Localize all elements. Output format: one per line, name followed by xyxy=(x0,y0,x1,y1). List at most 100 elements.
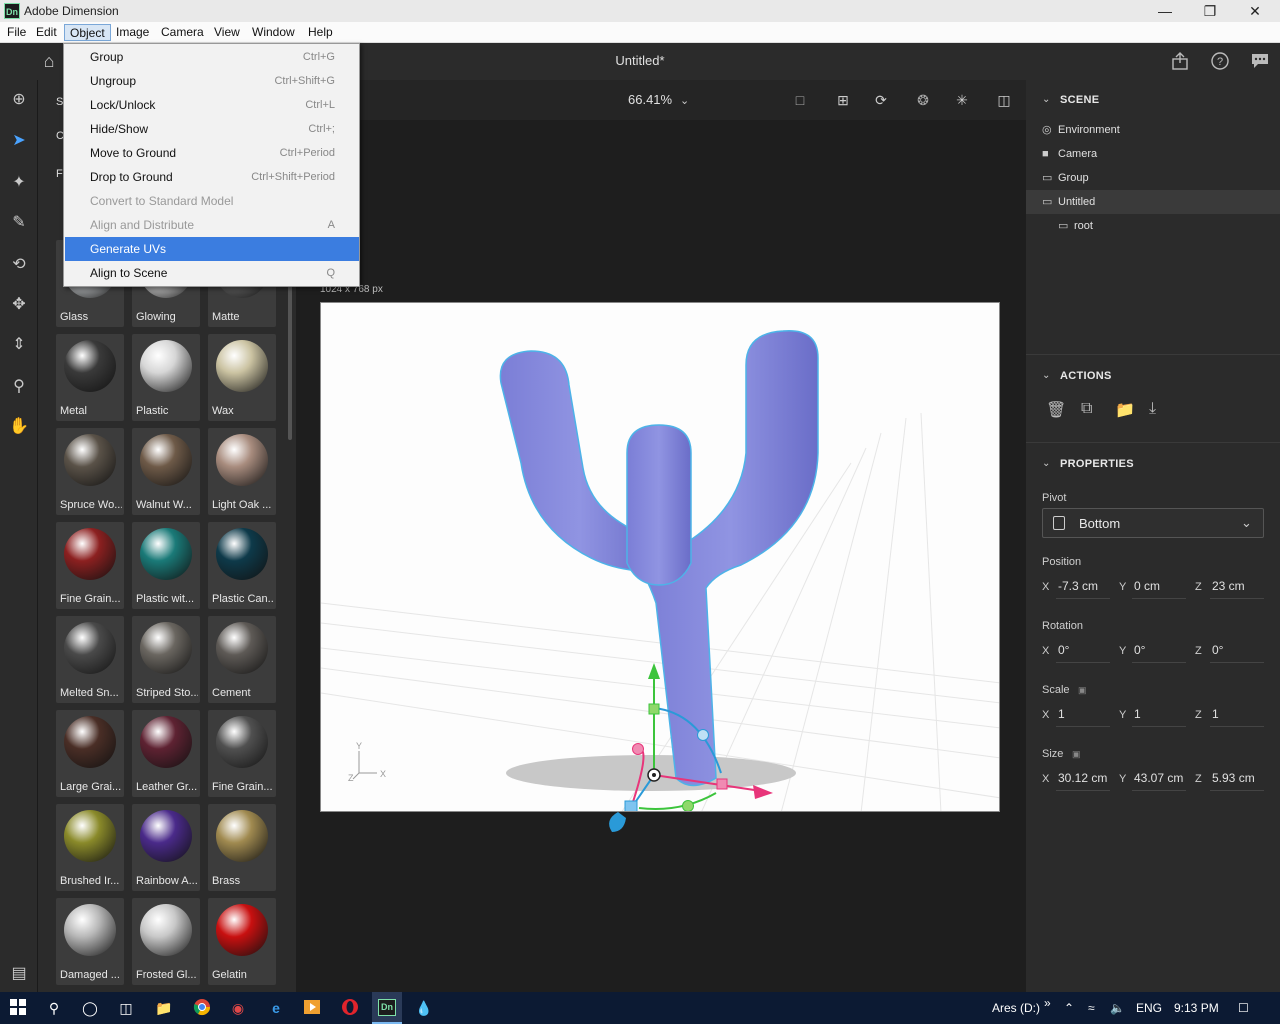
rotate-view-icon[interactable]: ⟳ xyxy=(871,90,891,110)
size-y-field[interactable]: 43.07 cm xyxy=(1132,771,1186,791)
material-tile[interactable]: Metal xyxy=(56,334,124,421)
size-x-field[interactable]: 30.12 cm xyxy=(1056,771,1110,791)
rotation-z-field[interactable]: 0° xyxy=(1210,643,1264,663)
object-menu-item[interactable]: Drop to Ground Ctrl+Shift+Period xyxy=(65,165,359,189)
zoom-chevron-down-icon[interactable]: ⌄ xyxy=(680,94,689,107)
pivot-select[interactable]: Bottom ⌄ xyxy=(1042,508,1264,538)
dolly-icon[interactable]: ⇕ xyxy=(8,334,30,356)
archive-icon[interactable]: ▤ xyxy=(8,963,30,985)
menu-camera[interactable]: Camera xyxy=(156,24,209,41)
opera-icon[interactable] xyxy=(340,998,360,1018)
windows-start-icon[interactable] xyxy=(8,998,28,1018)
scene-item[interactable]: ◎ Environment xyxy=(1026,118,1280,142)
clock[interactable]: 9:13 PM xyxy=(1174,1001,1219,1015)
material-tile[interactable]: Wax xyxy=(208,334,276,421)
scale-y-field[interactable]: 1 xyxy=(1132,707,1186,727)
properties-collapse-icon[interactable]: ⌄ xyxy=(1042,458,1050,469)
material-tile[interactable]: Striped Sto... xyxy=(132,616,200,703)
fit-icon[interactable]: ⊞ xyxy=(833,90,853,110)
volume-icon[interactable]: 🔈 xyxy=(1110,1001,1125,1015)
scale-x-field[interactable]: 1 xyxy=(1056,707,1110,727)
language-label[interactable]: ENG xyxy=(1136,1001,1162,1015)
menu-window[interactable]: Window xyxy=(247,24,300,41)
material-tile[interactable]: Plastic wit... xyxy=(132,522,200,609)
duplicate-icon[interactable]: ⧉ xyxy=(1081,400,1092,418)
material-tile[interactable]: Fine Grain... xyxy=(56,522,124,609)
drop-to-ground-icon[interactable]: ⤓ xyxy=(1149,400,1156,418)
size-z-field[interactable]: 5.93 cm xyxy=(1210,771,1264,791)
tray-up-icon[interactable]: ⌃ xyxy=(1064,1001,1074,1015)
share-icon[interactable] xyxy=(1170,51,1190,71)
object-menu-item[interactable]: Align to Scene Q xyxy=(65,261,359,285)
lock-icon[interactable]: ▣ xyxy=(1072,749,1081,760)
object-menu-item[interactable]: Generate UVs xyxy=(65,237,359,261)
menu-image[interactable]: Image xyxy=(111,24,154,41)
wifi-icon[interactable]: ≈ xyxy=(1088,1001,1095,1015)
help-icon[interactable]: ? xyxy=(1210,51,1230,71)
material-tile[interactable]: Gelatin xyxy=(208,898,276,985)
material-tile[interactable]: Light Oak ... xyxy=(208,428,276,515)
position-x-field[interactable]: -7.3 cm xyxy=(1056,579,1110,599)
menu-file[interactable]: File xyxy=(2,24,31,41)
material-tile[interactable]: Leather Gr... xyxy=(132,710,200,797)
snap-icon[interactable]: ❂ xyxy=(913,90,933,110)
zoom-level[interactable]: 66.41% xyxy=(628,92,672,107)
scene-item[interactable]: ▭ Group xyxy=(1026,166,1280,190)
rotation-y-field[interactable]: 0° xyxy=(1132,643,1186,663)
material-tile[interactable]: Large Grai... xyxy=(56,710,124,797)
select-tool-icon[interactable]: ➤ xyxy=(8,130,30,152)
close-icon[interactable]: ✕ xyxy=(1232,0,1278,22)
material-tile[interactable]: Fine Grain... xyxy=(208,710,276,797)
position-y-field[interactable]: 0 cm xyxy=(1132,579,1186,599)
material-tile[interactable]: Walnut W... xyxy=(132,428,200,515)
menu-object[interactable]: Object xyxy=(64,24,111,41)
scene-item[interactable]: ▭ Untitled xyxy=(1026,190,1280,214)
orbit-icon[interactable]: ⟲ xyxy=(8,254,30,276)
material-tile[interactable]: Melted Sn... xyxy=(56,616,124,703)
restore-icon[interactable]: ❐ xyxy=(1187,0,1233,22)
material-tile[interactable]: Spruce Wo... xyxy=(56,428,124,515)
feedback-icon[interactable] xyxy=(1250,51,1270,71)
task-view-icon[interactable]: ◫ xyxy=(116,998,136,1018)
menu-view[interactable]: View xyxy=(209,24,245,41)
material-tile[interactable]: Damaged ... xyxy=(56,898,124,985)
dimension-taskbar-button[interactable]: Dn xyxy=(372,992,402,1024)
object-menu-item[interactable]: Group Ctrl+G xyxy=(65,45,359,69)
group-folder-icon[interactable]: 📁 xyxy=(1115,400,1135,420)
search-icon[interactable]: ⚲ xyxy=(44,998,64,1018)
game-icon[interactable]: ◉ xyxy=(228,998,248,1018)
edge-icon[interactable]: e xyxy=(266,998,286,1018)
render-preview-icon[interactable]: ◫ xyxy=(994,90,1014,110)
scale-z-field[interactable]: 1 xyxy=(1210,707,1264,727)
rotation-x-field[interactable]: 0° xyxy=(1056,643,1110,663)
chrome-icon[interactable] xyxy=(192,998,212,1018)
trash-icon[interactable]: 🗑 xyxy=(1046,400,1066,420)
scene-item[interactable]: ▭ root xyxy=(1026,214,1280,238)
notifications-icon[interactable]: ☐ xyxy=(1238,1001,1249,1015)
gizmo-handle-overflow[interactable] xyxy=(600,812,640,836)
material-tile[interactable]: Brass xyxy=(208,804,276,891)
material-tile[interactable]: Plastic xyxy=(132,334,200,421)
magic-wand-icon[interactable]: ✦ xyxy=(8,172,30,194)
file-explorer-icon[interactable]: 📁 xyxy=(154,998,174,1018)
frame-icon[interactable]: □ xyxy=(790,90,810,110)
object-menu-item[interactable]: Lock/Unlock Ctrl+L xyxy=(65,93,359,117)
hand-icon[interactable]: ✋ xyxy=(8,416,30,438)
cortana-icon[interactable]: ◯ xyxy=(80,998,100,1018)
material-tile[interactable]: Rainbow A... xyxy=(132,804,200,891)
actions-collapse-icon[interactable]: ⌄ xyxy=(1042,370,1050,381)
material-tile[interactable]: Brushed Ir... xyxy=(56,804,124,891)
object-menu-item[interactable]: Hide/Show Ctrl+; xyxy=(65,117,359,141)
object-menu-item[interactable]: Move to Ground Ctrl+Period xyxy=(65,141,359,165)
scene-item[interactable]: ■ Camera xyxy=(1026,142,1280,166)
menu-help[interactable]: Help xyxy=(303,24,338,41)
position-z-field[interactable]: 23 cm xyxy=(1210,579,1264,599)
3d-viewport[interactable]: Y X Z xyxy=(320,302,1000,812)
menu-edit[interactable]: Edit xyxy=(31,24,62,41)
minimize-icon[interactable]: — xyxy=(1142,0,1188,22)
home-icon[interactable]: ⌂ xyxy=(38,51,60,73)
add-icon[interactable]: ⊕ xyxy=(8,89,30,111)
object-menu-item[interactable]: Ungroup Ctrl+Shift+G xyxy=(65,69,359,93)
more-chevron-icon[interactable]: » xyxy=(1044,996,1051,1010)
zoom-icon[interactable]: ⚲ xyxy=(8,376,30,398)
